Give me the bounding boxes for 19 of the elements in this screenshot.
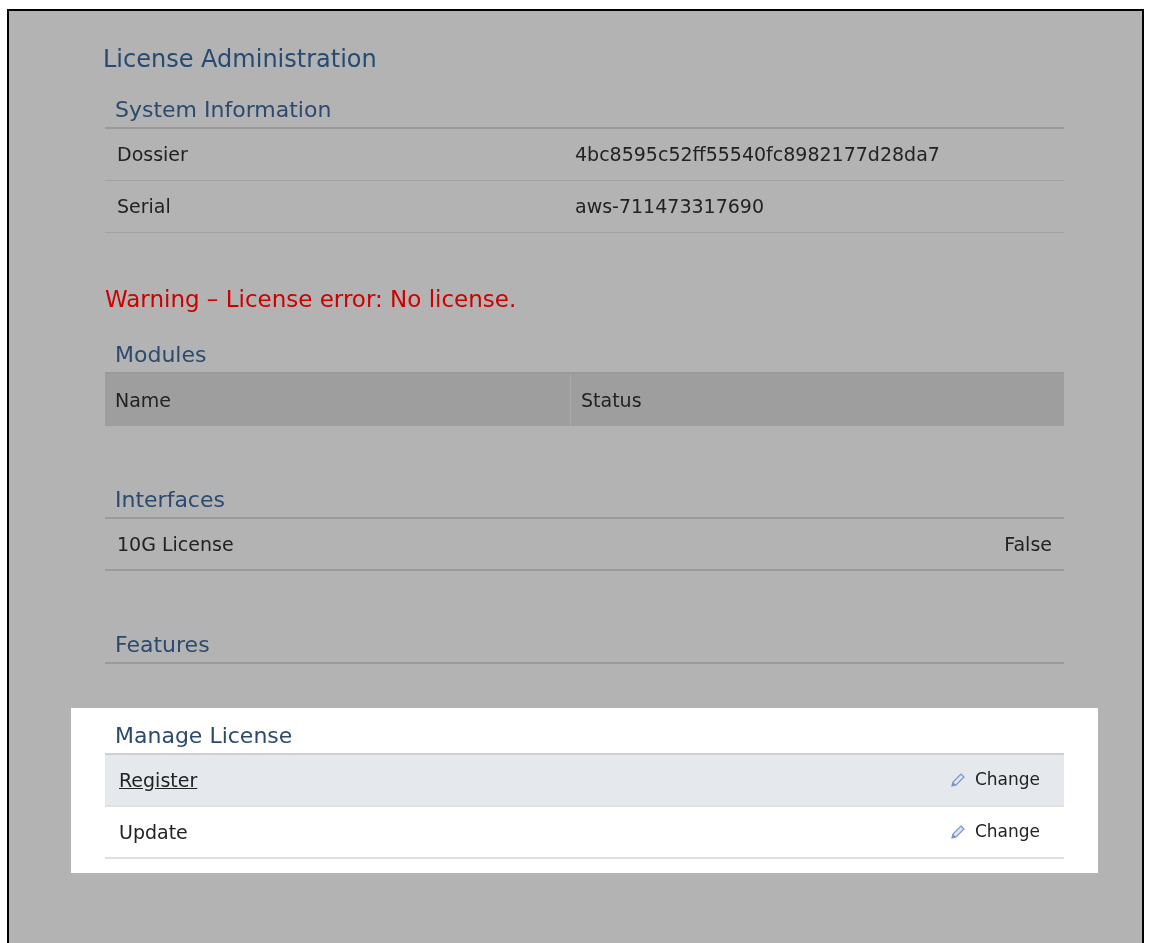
row-label: Dossier bbox=[116, 142, 189, 168]
column-header: Status bbox=[580, 387, 643, 413]
row-value: 4bc8595c52ff55540fc8982177d28da7 bbox=[575, 142, 941, 168]
column-header: Name bbox=[105, 374, 571, 426]
section-heading: Interfaces bbox=[105, 481, 1064, 519]
row-label: Serial bbox=[116, 194, 172, 220]
register-link[interactable]: Register bbox=[119, 765, 198, 795]
change-button[interactable]: Change bbox=[948, 819, 1050, 845]
row-value: False bbox=[1004, 531, 1052, 557]
section-heading: System Information bbox=[105, 91, 1064, 129]
page-title: License Administration bbox=[103, 44, 378, 75]
pencil-icon bbox=[948, 771, 967, 789]
row-value: aws-711473317690 bbox=[575, 194, 765, 220]
row-label: 10G License bbox=[117, 531, 234, 557]
row-label: Update bbox=[119, 819, 188, 845]
section-heading: Features bbox=[105, 626, 1064, 664]
warning-message: Warning – License error: No license. bbox=[105, 285, 518, 314]
change-button[interactable]: Change bbox=[948, 767, 1050, 793]
pencil-icon bbox=[948, 823, 967, 841]
